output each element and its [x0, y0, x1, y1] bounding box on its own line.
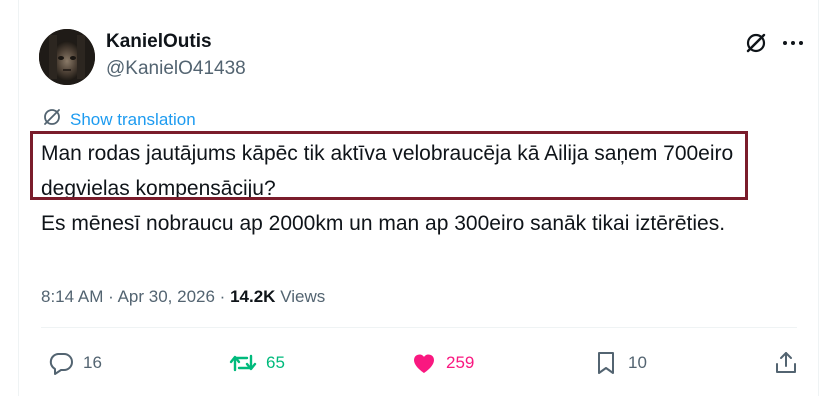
- bookmark-icon: [593, 350, 619, 376]
- avatar[interactable]: [39, 29, 95, 85]
- reply-icon: [48, 350, 74, 376]
- like-count: 259: [446, 353, 475, 372]
- frame-border-left: [18, 0, 19, 396]
- meta-separator: ·: [219, 287, 226, 306]
- divider: [41, 327, 797, 328]
- share-icon: [773, 350, 799, 376]
- reply-button[interactable]: 16: [48, 350, 102, 376]
- bookmark-count: 10: [628, 353, 647, 372]
- reply-count: 16: [83, 353, 102, 372]
- highlight-box: [30, 131, 748, 200]
- show-translation-link[interactable]: Show translation: [42, 107, 196, 132]
- like-button[interactable]: 259: [411, 350, 474, 376]
- repost-count: 65: [266, 353, 285, 372]
- avatar-image: [39, 29, 95, 85]
- tweet-meta: 8:14 AM · Apr 30, 2026 · 14.2K Views: [41, 287, 325, 307]
- grok-icon[interactable]: [743, 30, 769, 56]
- meta-separator: ·: [108, 287, 114, 306]
- author-handle[interactable]: @KanielO41438: [106, 58, 246, 80]
- author-display-name[interactable]: KanielOutis: [106, 31, 212, 53]
- tweet-date[interactable]: Apr 30, 2026: [118, 287, 215, 306]
- repost-icon: [229, 350, 257, 376]
- share-button[interactable]: [773, 350, 799, 376]
- heart-icon: [411, 350, 437, 376]
- show-translation-label: Show translation: [70, 109, 196, 129]
- views-count[interactable]: 14.2K: [230, 287, 275, 306]
- globe-icon: [42, 107, 62, 132]
- tweet-time[interactable]: 8:14 AM: [41, 287, 103, 306]
- more-icon[interactable]: [780, 30, 806, 56]
- bookmark-button[interactable]: 10: [593, 350, 647, 376]
- repost-button[interactable]: 65: [229, 350, 285, 376]
- views-label: Views: [280, 287, 326, 306]
- frame-border-right: [818, 0, 819, 396]
- tweet-paragraph: Es mēnesī nobraucu ap 2000km un man ap 3…: [41, 212, 726, 235]
